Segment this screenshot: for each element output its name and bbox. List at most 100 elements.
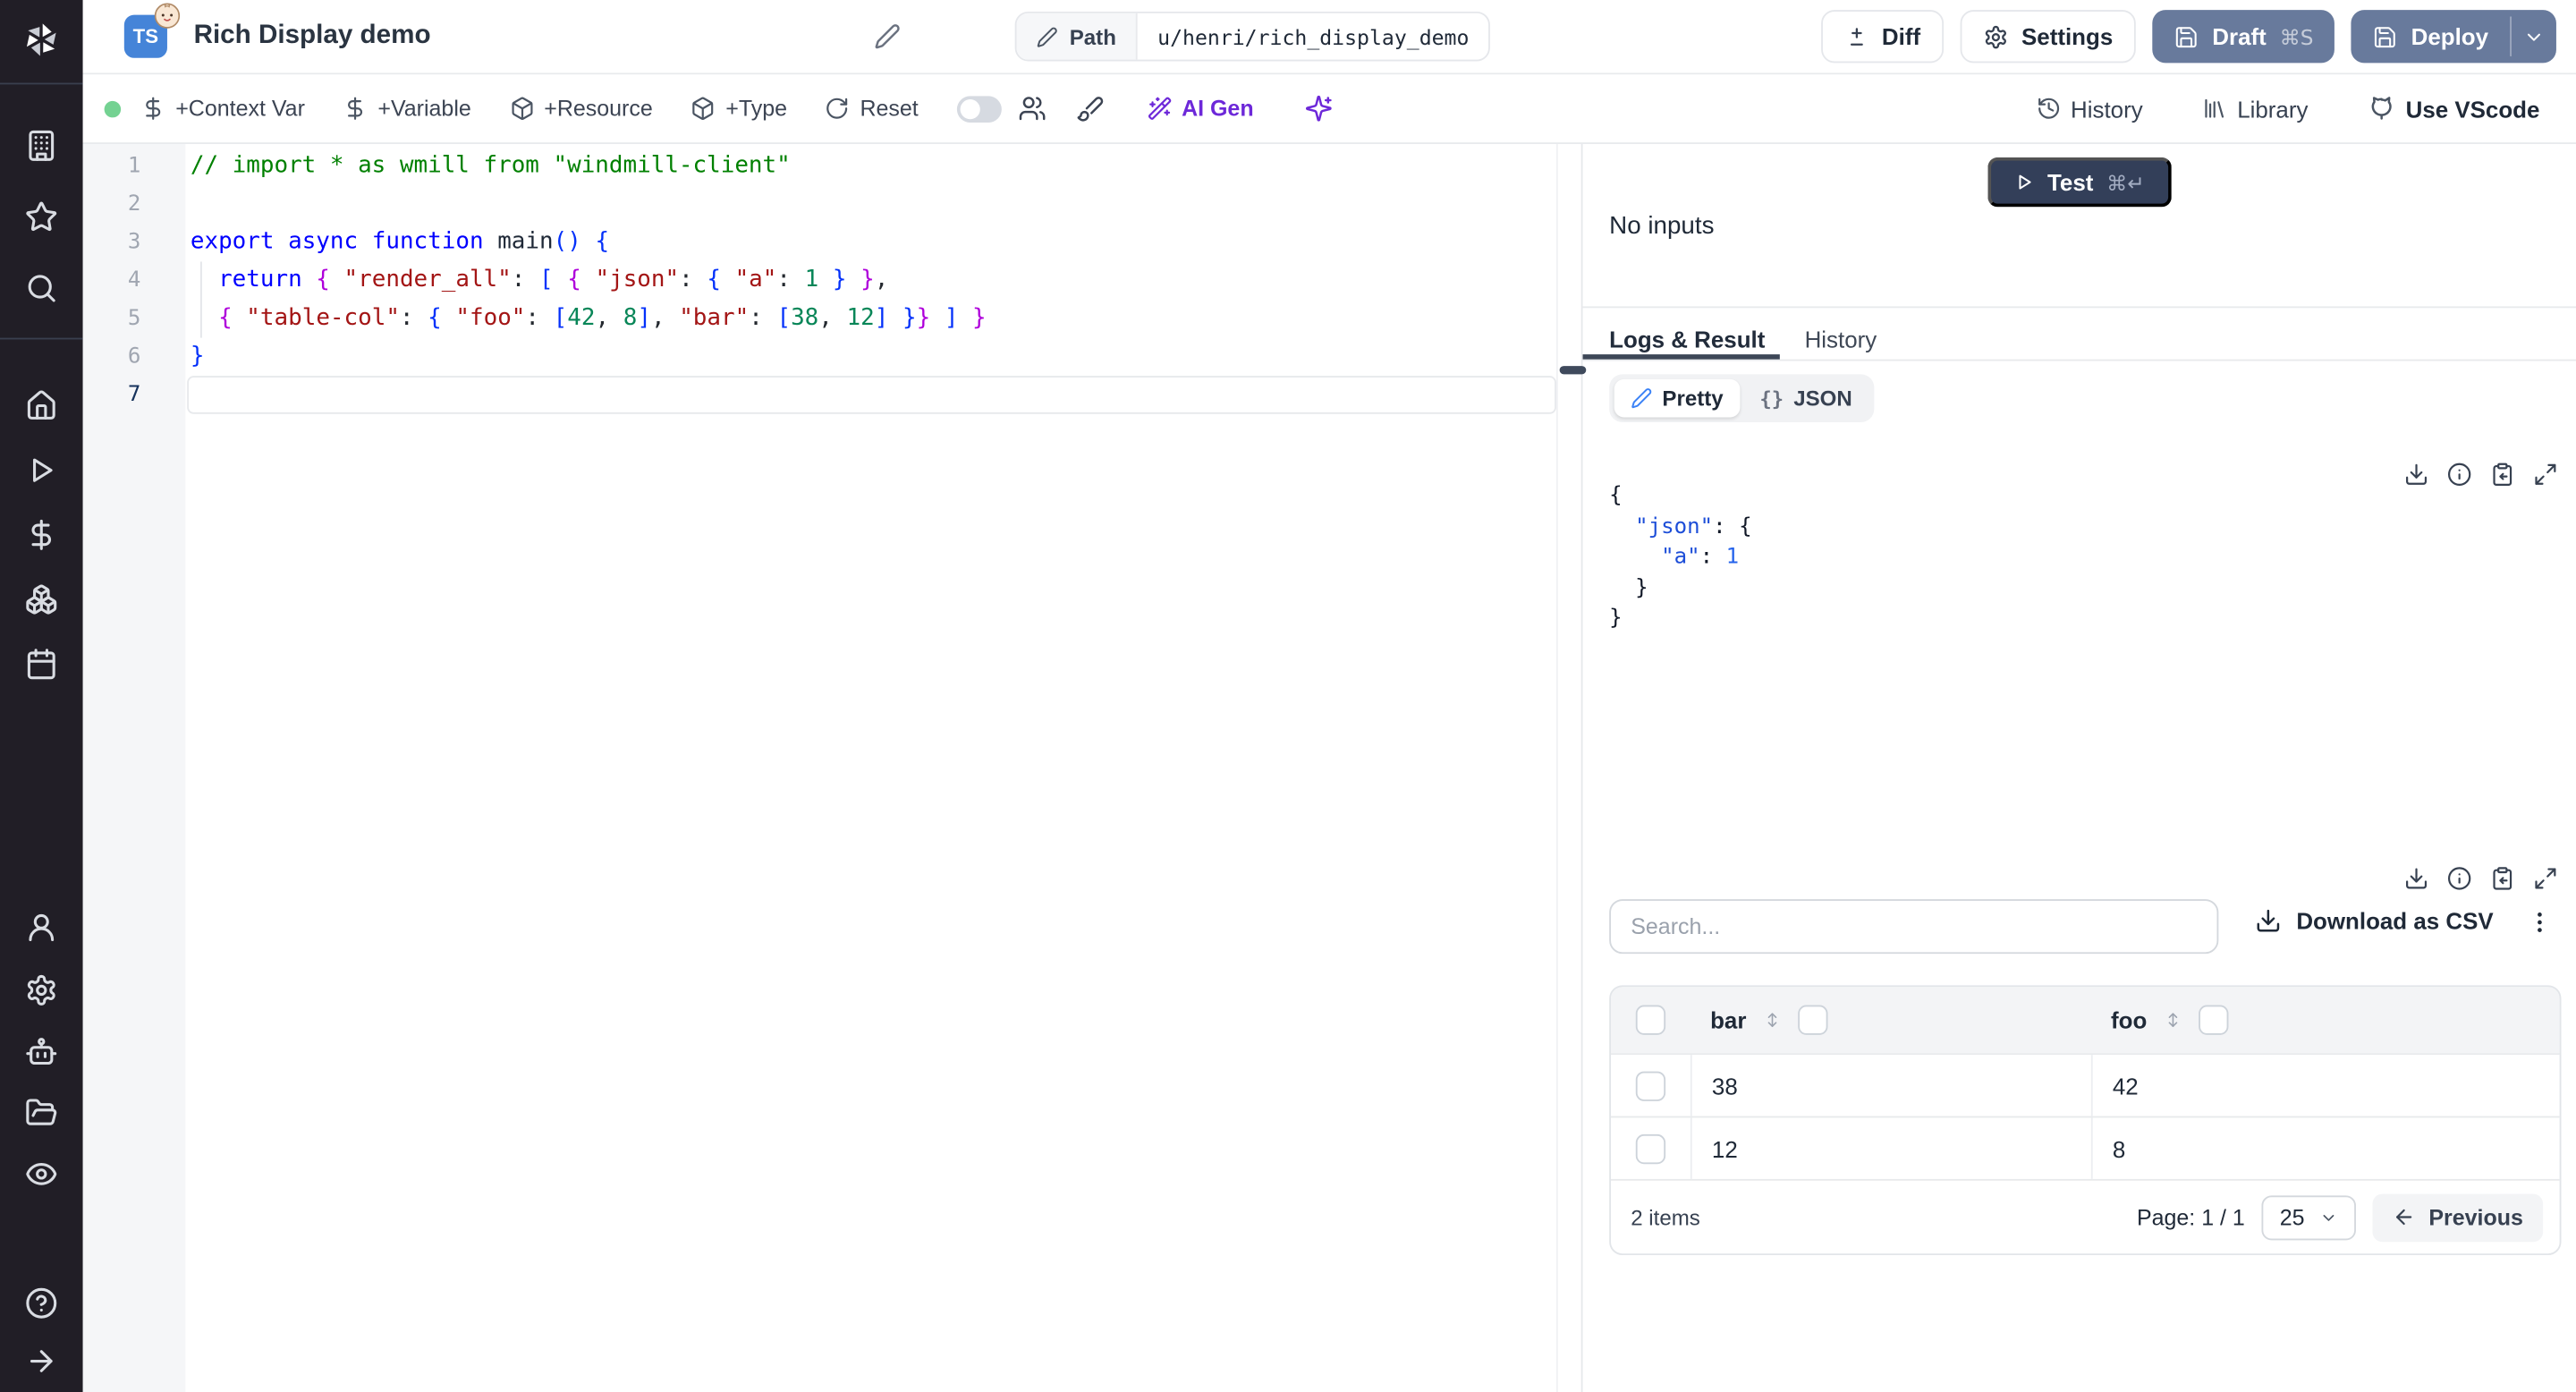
sort-icon[interactable] [2162, 1008, 2183, 1031]
dollar-icon [343, 96, 368, 121]
format-brush-icon[interactable] [1076, 95, 1104, 123]
deploy-button[interactable]: Deploy [2351, 10, 2510, 63]
add-type-button[interactable]: +Type [691, 96, 787, 121]
code-line: 7 [83, 376, 1581, 414]
page-title: Rich Display demo [193, 21, 431, 50]
sidebar-item-folders[interactable] [25, 1096, 58, 1129]
sidebar-expand-button[interactable] [25, 1345, 58, 1378]
column-checkbox[interactable] [1797, 1005, 1828, 1035]
editor-toolbar: +Context Var +Variable +Resource +Type R… [82, 74, 2576, 145]
line-number: 6 [127, 344, 141, 369]
users-icon[interactable] [1018, 95, 1046, 123]
arrow-left-icon [2393, 1206, 2416, 1229]
download-icon [2255, 907, 2282, 934]
sidebar-item-home[interactable] [25, 389, 58, 422]
reset-button[interactable]: Reset [826, 96, 919, 121]
dollar-icon [140, 96, 165, 121]
add-variable-button[interactable]: +Variable [343, 96, 471, 121]
line-number: 1 [127, 154, 141, 179]
status-dot [104, 99, 122, 117]
test-button[interactable]: Test ⌘↵ [1987, 157, 2172, 208]
previous-page-button[interactable]: Previous [2372, 1193, 2544, 1242]
sort-icon[interactable] [1761, 1008, 1783, 1031]
sidebar-divider [0, 337, 83, 340]
code-line: 3 export async function main() { [83, 224, 1581, 262]
path-value: u/henri/rich_display_demo [1157, 23, 1470, 49]
table-cell: 42 [2090, 1055, 2560, 1116]
row-checkbox[interactable] [1635, 1070, 1666, 1100]
sidebar-item-users[interactable] [25, 911, 58, 944]
sidebar [0, 0, 83, 1392]
code-line: 4 return { "render_all": [ { "json": { "… [83, 261, 1581, 300]
sidebar-item-workers[interactable] [25, 1035, 58, 1068]
package-icon [509, 96, 534, 121]
panel-divider [1582, 306, 2576, 309]
vscode-cat-icon [2368, 95, 2395, 123]
copy-to-clipboard-icon[interactable] [2490, 462, 2515, 487]
save-icon [2373, 24, 2398, 49]
edit-summary-pencil-icon[interactable] [874, 23, 901, 50]
windmill-app: TS Rich Display demo Path u/henri/rich_d… [0, 0, 2576, 1392]
download-csv-button[interactable]: Download as CSV [2255, 907, 2494, 934]
table-search-input[interactable] [1609, 899, 2219, 955]
history-button[interactable]: History [2036, 95, 2143, 122]
package-icon [691, 96, 716, 121]
sidebar-item-runs[interactable] [25, 454, 58, 487]
info-icon[interactable] [2447, 462, 2472, 487]
deploy-dropdown-button[interactable] [2512, 10, 2556, 63]
add-context-var-button[interactable]: +Context Var [140, 96, 305, 121]
code-editor[interactable]: 1// import * as wmill from "windmill-cli… [82, 144, 1581, 1392]
line-number: 4 [127, 267, 141, 293]
table-menu-kebab-icon[interactable] [2527, 909, 2554, 936]
library-icon [2202, 96, 2227, 121]
sidebar-item-search[interactable] [25, 272, 58, 305]
table-header: bar foo [1611, 987, 2560, 1054]
page-size-select[interactable]: 25 [2261, 1194, 2356, 1240]
active-tab-underline [1582, 354, 1780, 360]
line-number: 5 [127, 306, 141, 332]
copy-to-clipboard-icon[interactable] [2490, 866, 2515, 891]
add-resource-button[interactable]: +Resource [509, 96, 653, 121]
multiplayer-toggle[interactable] [956, 95, 1002, 123]
tab-logs-result[interactable]: Logs & Result [1609, 327, 1765, 353]
path-pill[interactable]: Path u/henri/rich_display_demo [1014, 11, 1491, 62]
diff-button[interactable]: Diff [1820, 10, 1945, 64]
view-pretty-button[interactable]: Pretty [1614, 378, 1741, 418]
sidebar-item-variables[interactable] [25, 518, 58, 551]
tab-history[interactable]: History [1805, 327, 1877, 353]
column-header-foo: foo [2091, 1005, 2560, 1035]
library-button[interactable]: Library [2202, 95, 2308, 122]
braces-icon: {} [1759, 386, 1784, 411]
sidebar-item-schedules[interactable] [25, 648, 58, 681]
windmill-logo-icon[interactable] [20, 18, 63, 61]
column-checkbox[interactable] [2198, 1005, 2229, 1035]
sidebar-item-resources[interactable] [25, 583, 58, 616]
select-all-checkbox[interactable] [1635, 1005, 1666, 1035]
info-icon[interactable] [2447, 866, 2472, 891]
code-line: 5 { "table-col": { "foo": [42, 8], "bar"… [83, 300, 1581, 338]
download-icon[interactable] [2404, 866, 2429, 891]
sidebar-item-workspace[interactable] [25, 129, 58, 162]
expand-icon[interactable] [2533, 866, 2558, 891]
sidebar-item-settings[interactable] [25, 973, 58, 1006]
sidebar-item-audit-logs[interactable] [25, 1158, 58, 1191]
sidebar-item-favorites[interactable] [25, 200, 58, 233]
code-line: 2 [83, 185, 1581, 224]
sidebar-item-help[interactable] [25, 1286, 58, 1320]
expand-icon[interactable] [2533, 462, 2558, 487]
result-view-switch: Pretty {} JSON [1609, 374, 1874, 423]
magic-wand-icon [1147, 96, 1172, 121]
settings-button[interactable]: Settings [1960, 10, 2137, 64]
row-checkbox[interactable] [1635, 1133, 1666, 1164]
pencil-icon [1037, 26, 1058, 47]
sparkles-icon[interactable] [1305, 95, 1333, 123]
splitter-handle[interactable] [1559, 366, 1587, 375]
view-json-button[interactable]: {} JSON [1743, 379, 1868, 418]
download-icon[interactable] [2404, 462, 2429, 487]
items-count: 2 items [1631, 1204, 1700, 1230]
ai-gen-button[interactable]: AI Gen [1147, 96, 1254, 121]
draft-button[interactable]: Draft ⌘S [2152, 10, 2335, 64]
use-vscode-button[interactable]: Use VScode [2368, 95, 2539, 123]
gear-icon [1983, 24, 2008, 49]
pen-icon [1631, 387, 1652, 409]
